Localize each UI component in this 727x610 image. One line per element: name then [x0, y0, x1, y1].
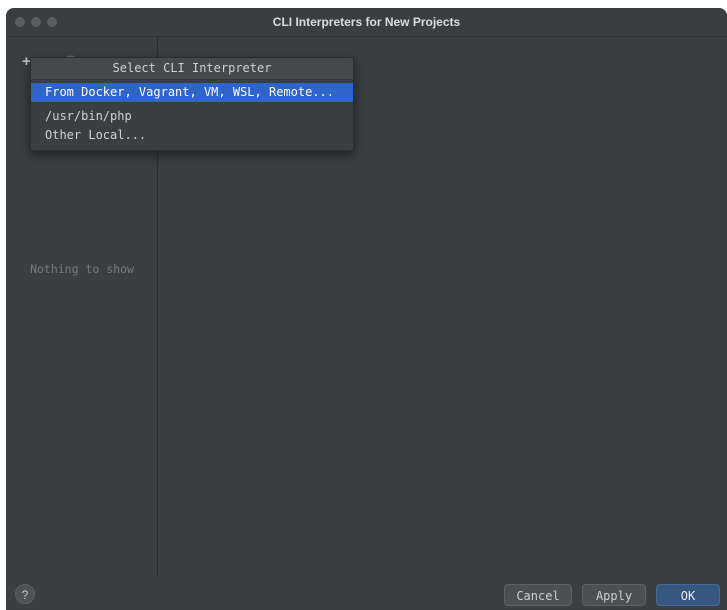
popup-item-other-local[interactable]: Other Local... [31, 126, 353, 145]
empty-list-text: Nothing to show [30, 262, 134, 276]
apply-button[interactable]: Apply [582, 584, 646, 606]
cancel-button[interactable]: Cancel [504, 584, 572, 606]
dialog-title: CLI Interpreters for New Projects [272, 15, 461, 29]
select-interpreter-popup: Select CLI Interpreter From Docker, Vagr… [30, 57, 354, 151]
popup-item-remote[interactable]: From Docker, Vagrant, VM, WSL, Remote... [31, 83, 353, 102]
dialog-footer: ? Cancel Apply OK [6, 576, 727, 610]
help-button[interactable]: ? [15, 584, 35, 604]
ok-button[interactable]: OK [656, 584, 720, 606]
popup-item-usr-bin-php[interactable]: /usr/bin/php [31, 107, 353, 126]
title-bar: CLI Interpreters for New Projects [6, 8, 727, 37]
popup-title: Select CLI Interpreter [31, 58, 353, 80]
